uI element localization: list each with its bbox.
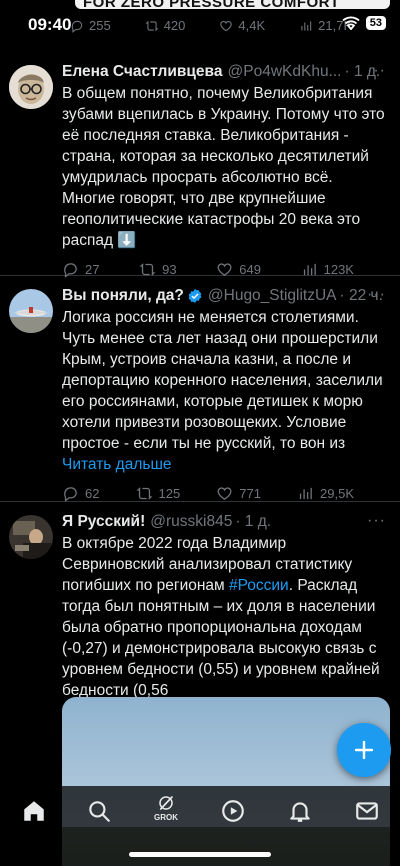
nav-messages[interactable]	[353, 798, 381, 826]
tweet-body: Я Русский! @russki845 · 1 д. ··· В октяб…	[62, 512, 386, 701]
more-options-icon[interactable]: ···	[367, 512, 386, 530]
grok-icon	[159, 796, 173, 810]
tweet[interactable]: Елена Счастливцева @Po4wKdKhu... · 1 д. …	[0, 52, 400, 278]
nav-grok[interactable]: GROK	[152, 794, 180, 822]
tweet-header: Вы поняли, да? @Hugo_StiglitzUA · 22 ч.	[62, 286, 386, 306]
tweet-text-content: . Расклад тогда был понятным – их доля в…	[62, 577, 380, 699]
avatar-image	[9, 289, 53, 333]
previous-tweet-actions: 255 420 4,4K 21,7K	[70, 18, 352, 33]
view-count: 29,5K	[320, 486, 354, 501]
more-options-icon[interactable]: ···	[367, 62, 386, 80]
views-icon	[301, 20, 312, 31]
author-name[interactable]: Я Русский!	[62, 512, 145, 532]
like-button[interactable]: 771	[216, 485, 261, 502]
tweet-body: Елена Счастливцева @Po4wKdKhu... · 1 д. …	[62, 62, 386, 278]
like-count: 771	[239, 486, 261, 501]
home-icon	[24, 801, 44, 821]
retweet-count: 125	[158, 486, 181, 501]
verified-badge-icon	[188, 289, 202, 303]
reply-count: 62	[85, 486, 100, 501]
nav-video[interactable]	[219, 798, 247, 826]
author-handle[interactable]: @Hugo_StiglitzUA	[208, 286, 337, 306]
nav-search[interactable]	[85, 798, 113, 826]
retweet-icon	[145, 20, 159, 31]
avatar[interactable]	[9, 289, 53, 333]
tweet[interactable]: Вы поняли, да? @Hugo_StiglitzUA · 22 ч. …	[0, 276, 400, 502]
plus-icon	[354, 740, 374, 760]
wifi-icon	[342, 16, 360, 30]
author-name[interactable]: Елена Счастливцева	[62, 62, 223, 82]
nav-notifications[interactable]	[286, 798, 314, 826]
reply-button[interactable]: 62	[62, 485, 99, 502]
tweet-text-content: Логика россиян не меняется столетиями. Ч…	[62, 309, 383, 452]
home-indicator	[129, 852, 271, 857]
avatar-image	[9, 515, 53, 559]
tweet-header: Елена Счастливцева @Po4wKdKhu... · 1 д.	[62, 62, 386, 82]
battery-icon: 53	[365, 16, 386, 30]
like-count[interactable]: 4,4K	[219, 18, 265, 33]
more-options-icon[interactable]: ···	[367, 286, 386, 304]
retweet-button[interactable]: 125	[136, 485, 181, 502]
mail-icon	[356, 802, 378, 820]
avatar[interactable]	[9, 65, 53, 109]
avatar-image	[9, 65, 53, 109]
retweet-count[interactable]: 420	[145, 18, 185, 33]
reply-icon	[64, 487, 77, 502]
view-count: 123K	[323, 262, 354, 277]
heart-icon	[220, 20, 233, 31]
avatar[interactable]	[9, 515, 53, 559]
author-handle[interactable]: @Po4wKdKhu...	[228, 62, 342, 82]
retweet-count: 93	[162, 262, 177, 277]
views-icon	[299, 487, 312, 500]
status-bar: FOR ZERO PRESSURE COMFORT 255 420 4,4K 2…	[0, 0, 400, 52]
ad-banner-text: FOR ZERO PRESSURE COMFORT	[83, 0, 340, 9]
reply-count: 27	[85, 262, 100, 277]
tweet-body: Вы поняли, да? @Hugo_StiglitzUA · 22 ч. …	[62, 286, 386, 502]
author-handle[interactable]: @russki845	[150, 512, 232, 532]
reply-icon	[71, 20, 83, 33]
tweet-text: Логика россиян не меняется столетиями. Ч…	[62, 307, 386, 475]
read-more-link[interactable]: Читать дальше	[62, 456, 172, 473]
heart-icon	[217, 487, 232, 500]
tweet-actions: 62 125 771 29,5K	[62, 485, 386, 502]
tweet-text: В октябре 2022 года Владимир Севриновски…	[62, 533, 386, 701]
hashtag-link[interactable]: #России	[229, 577, 289, 594]
tweet-time[interactable]: · 1 д.	[235, 512, 271, 532]
grok-label: GROK	[154, 813, 178, 822]
author-name[interactable]: Вы поняли, да?	[62, 286, 184, 306]
reply-count[interactable]: 255	[70, 18, 111, 33]
nav-home[interactable]	[20, 798, 48, 826]
bell-icon	[290, 802, 310, 822]
like-count: 649	[239, 262, 261, 277]
system-icons: 53	[342, 16, 386, 30]
retweet-icon	[136, 487, 152, 500]
tweet-text: В общем понятно, почему Великобритания з…	[62, 85, 385, 249]
ad-banner-strip: FOR ZERO PRESSURE COMFORT	[75, 0, 390, 9]
play-icon	[222, 800, 244, 822]
compose-button[interactable]	[337, 723, 391, 777]
clock: 09:40	[28, 15, 72, 34]
views-button[interactable]: 29,5K	[297, 485, 354, 502]
search-icon	[89, 801, 110, 822]
tweet-header: Я Русский! @russki845 · 1 д.	[62, 512, 386, 532]
